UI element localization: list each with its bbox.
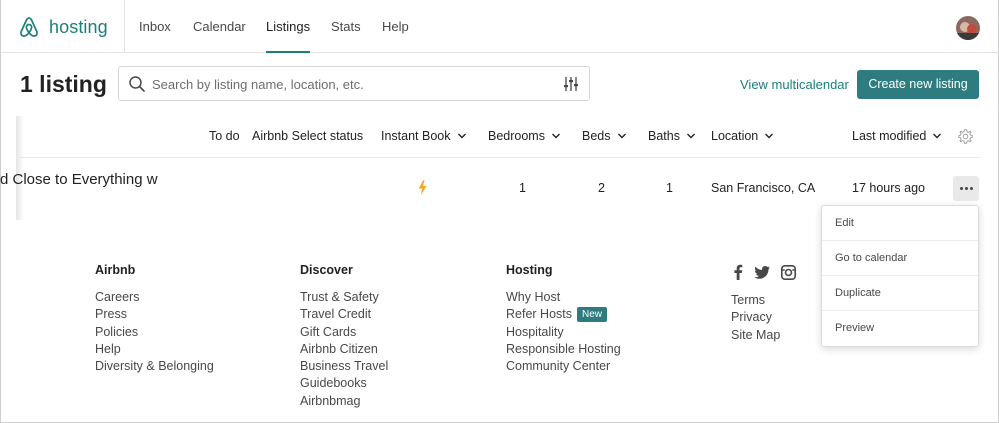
footer-link-press[interactable]: Press (95, 306, 214, 323)
new-badge: New (577, 307, 608, 323)
col-header-bedrooms[interactable]: Bedrooms (488, 129, 561, 143)
menu-item-duplicate[interactable]: Duplicate (822, 276, 978, 311)
footer-link-refer-hosts: Refer Hosts (506, 307, 572, 322)
filter-sliders-icon[interactable] (563, 76, 579, 92)
avatar-image (956, 16, 980, 40)
footer-col-discover: Discover Trust & Safety Travel Credit Gi… (300, 263, 388, 410)
tab-stats[interactable]: Stats (331, 0, 361, 53)
footer-link-community-center[interactable]: Community Center (506, 358, 621, 375)
beds-value: 2 (598, 181, 605, 195)
chevron-down-icon (551, 133, 560, 139)
col-header-location[interactable]: Location (711, 129, 774, 143)
col-header-todo[interactable]: To do (209, 129, 240, 143)
col-header-label: Airbnb Select status (252, 129, 364, 143)
top-nav: hosting Inbox Calendar Listings Stats He… (0, 0, 999, 53)
footer-heading: Airbnb (95, 263, 136, 277)
brand-name: hosting (49, 16, 108, 37)
baths-value: 1 (666, 181, 673, 195)
footer-link-why-host[interactable]: Why Host (506, 289, 621, 306)
menu-item-preview[interactable]: Preview (822, 311, 978, 346)
search-icon (129, 76, 145, 92)
footer-link-hospitality[interactable]: Hospitality (506, 324, 621, 341)
col-header-beds[interactable]: Beds (582, 129, 627, 143)
ellipsis-dot (964, 187, 968, 190)
twitter-icon[interactable] (754, 265, 770, 279)
col-header-last-modified[interactable]: Last modified (852, 129, 942, 143)
footer-link-refer-hosts-row[interactable]: Refer Hosts New (506, 306, 621, 323)
ellipsis-dot (969, 187, 973, 190)
footer-link-guidebooks[interactable]: Guidebooks (300, 375, 388, 392)
chevron-down-icon (617, 133, 626, 139)
footer-link-business-travel[interactable]: Business Travel (300, 358, 388, 375)
col-header-label: To do (209, 129, 240, 143)
footer-link-site-map[interactable]: Site Map (731, 327, 780, 344)
col-header-label: Beds (582, 129, 611, 143)
col-header-label: Last modified (852, 129, 927, 143)
footer-heading: Discover (300, 263, 353, 277)
tab-help[interactable]: Help (382, 0, 409, 53)
instant-book-bolt-icon (418, 180, 427, 195)
col-header-label: Instant Book (381, 129, 451, 143)
col-header-label: Location (711, 129, 759, 143)
scroll-shadow (16, 116, 24, 220)
footer-link-airbnbmag[interactable]: Airbnbmag (300, 393, 388, 410)
chevron-down-icon (933, 133, 942, 139)
footer-link-terms[interactable]: Terms (731, 292, 780, 309)
col-header-label: Baths (648, 129, 680, 143)
row-options-menu: Edit Go to calendar Duplicate Preview (821, 205, 979, 347)
col-header-select-status[interactable]: Airbnb Select status (252, 129, 363, 143)
chevron-down-icon (686, 133, 695, 139)
col-header-baths[interactable]: Baths (648, 129, 696, 143)
footer-heading: Hosting (506, 263, 553, 277)
create-listing-button[interactable]: Create new listing (857, 70, 979, 99)
bedrooms-value: 1 (519, 181, 526, 195)
footer-col-airbnb: Airbnb Careers Press Policies Help Diver… (95, 263, 214, 375)
footer-link-travel-credit[interactable]: Travel Credit (300, 306, 388, 323)
view-multicalendar-link[interactable]: View multicalendar (740, 77, 849, 92)
search-input[interactable] (152, 74, 552, 94)
footer-link-diversity[interactable]: Diversity & Belonging (95, 358, 214, 375)
nav-divider (124, 0, 125, 53)
more-options-button[interactable] (953, 176, 979, 201)
ellipsis-dot (959, 187, 963, 190)
tab-inbox[interactable]: Inbox (139, 0, 171, 53)
last-modified-value: 17 hours ago (852, 181, 925, 195)
footer-link-policies[interactable]: Policies (95, 324, 214, 341)
col-header-label: Bedrooms (488, 129, 545, 143)
table-header-divider (20, 157, 980, 158)
footer-link-help[interactable]: Help (95, 341, 214, 358)
footer-link-gift-cards[interactable]: Gift Cards (300, 324, 388, 341)
brand[interactable]: hosting (18, 13, 108, 41)
chevron-down-icon (457, 133, 466, 139)
footer-col-hosting: Hosting Why Host Refer Hosts New Hospital… (506, 263, 621, 375)
footer-col-legal: Terms Privacy Site Map (731, 292, 780, 344)
tab-calendar[interactable]: Calendar (193, 0, 246, 53)
facebook-icon[interactable] (733, 264, 743, 280)
footer-link-careers[interactable]: Careers (95, 289, 214, 306)
menu-item-go-to-calendar[interactable]: Go to calendar (822, 241, 978, 276)
footer-link-airbnb-citizen[interactable]: Airbnb Citizen (300, 341, 388, 358)
location-value: San Francisco, CA (711, 181, 816, 195)
menu-item-edit[interactable]: Edit (822, 206, 978, 241)
social-links (733, 264, 796, 280)
search-box[interactable] (118, 66, 590, 101)
user-avatar[interactable] (956, 16, 980, 40)
tab-listings[interactable]: Listings (266, 0, 311, 53)
footer-link-trust-safety[interactable]: Trust & Safety (300, 289, 388, 306)
airbnb-logo-icon (20, 17, 38, 37)
footer-link-privacy[interactable]: Privacy (731, 309, 780, 326)
chevron-down-icon (765, 133, 774, 139)
page-title: 1 listing (20, 71, 107, 97)
footer-link-responsible-hosting[interactable]: Responsible Hosting (506, 341, 621, 358)
instagram-icon[interactable] (781, 264, 796, 280)
gear-icon[interactable] (957, 128, 974, 145)
col-header-instant-book[interactable]: Instant Book (381, 129, 467, 143)
